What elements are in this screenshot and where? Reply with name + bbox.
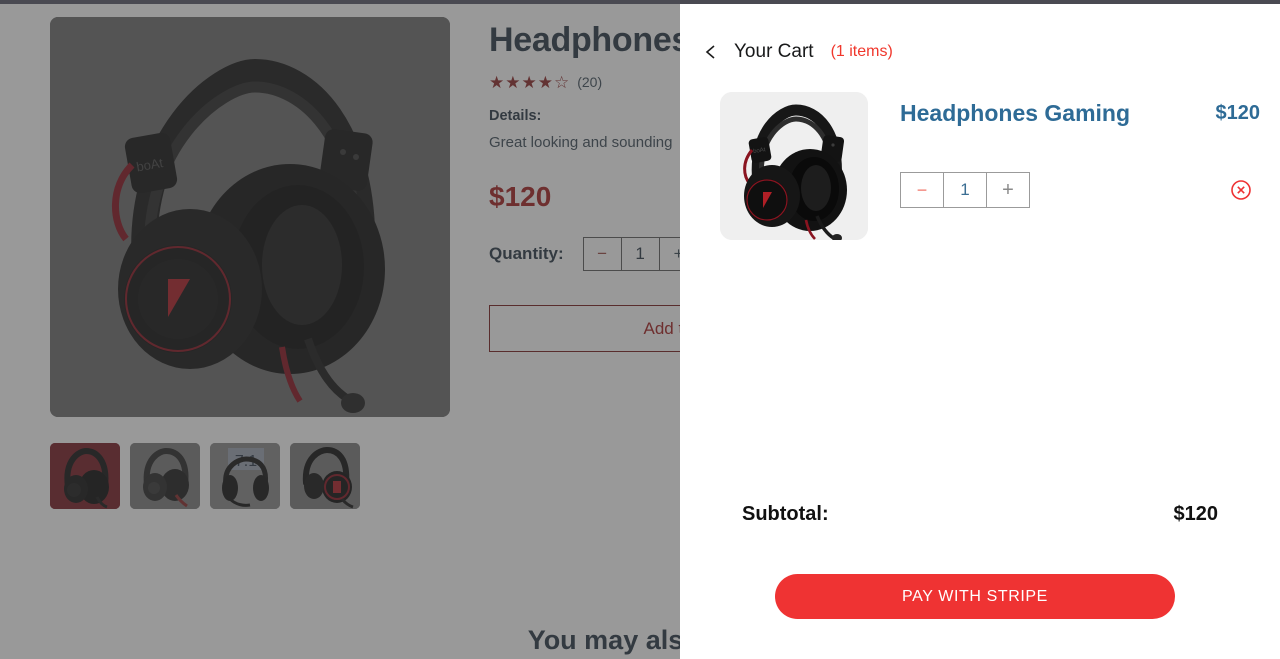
- cart-title: Your Cart: [734, 41, 814, 62]
- cart-item-details: Headphones Gaming $120 − 1 +: [868, 92, 1280, 208]
- cart-quantity-value: 1: [944, 173, 987, 207]
- pay-with-stripe-button[interactable]: PAY WITH STRIPE: [775, 574, 1175, 619]
- circle-x-icon[interactable]: [1230, 179, 1252, 201]
- cart-quantity-decrement[interactable]: −: [901, 173, 944, 207]
- chevron-left-icon[interactable]: [700, 41, 722, 63]
- cart-drawer: Your Cart (1 items) boAt Headphones Gami…: [680, 0, 1280, 659]
- cart-item-image[interactable]: boAt: [720, 92, 868, 240]
- cart-quantity-increment[interactable]: +: [987, 173, 1029, 207]
- app-root: boAt: [0, 0, 1280, 659]
- cart-item-price: $120: [1215, 102, 1261, 124]
- cart-line-item: boAt Headphones Gaming $120 − 1 +: [680, 63, 1280, 240]
- subtotal-label: Subtotal:: [742, 503, 829, 525]
- cart-subtotal-row: Subtotal: $120: [742, 503, 1218, 526]
- browser-chrome-strip: [0, 0, 1280, 4]
- subtotal-value: $120: [1173, 503, 1219, 525]
- cart-item-count: (1 items): [830, 43, 893, 60]
- cart-quantity-stepper[interactable]: − 1 +: [900, 172, 1030, 208]
- cart-item-controls: − 1 +: [900, 172, 1280, 208]
- cart-header: Your Cart (1 items): [680, 0, 1280, 63]
- cart-item-header: Headphones Gaming $120: [900, 98, 1280, 128]
- cart-headphones-icon: boAt: [720, 92, 868, 240]
- cart-item-name: Headphones Gaming: [900, 100, 1131, 126]
